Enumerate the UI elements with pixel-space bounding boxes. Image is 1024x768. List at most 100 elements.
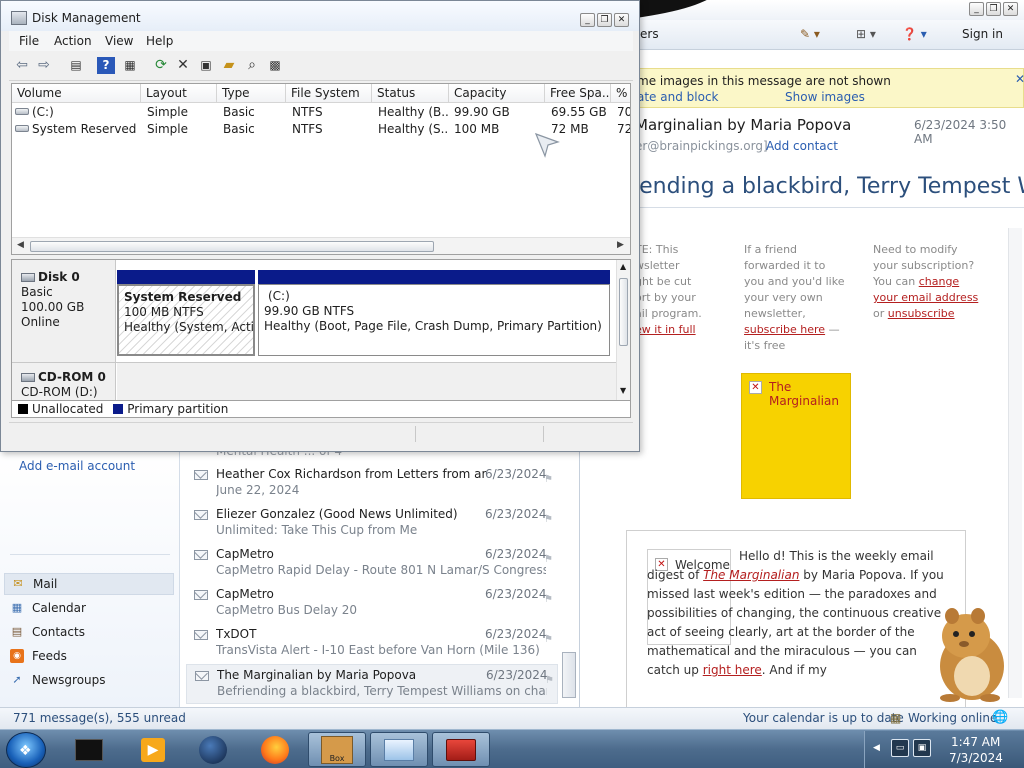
scroll-right-icon[interactable]: ▶ (617, 240, 624, 250)
network-tray-icon[interactable]: ▣ (913, 739, 931, 757)
column-header-percent-free[interactable]: % (611, 84, 630, 103)
properties-pane-icon[interactable]: ▦ (121, 57, 139, 74)
menu-view[interactable]: View (105, 34, 133, 48)
show-hidden-icons-icon[interactable]: ◀ (873, 743, 880, 753)
text-line: If a friend (744, 243, 798, 256)
scrollbar-thumb[interactable] (619, 278, 628, 346)
volume-row[interactable]: (C:) Simple Basic NTFS Healthy (B... 99.… (12, 104, 631, 121)
nav-item-contacts[interactable]: ▤ Contacts (4, 621, 174, 643)
toolbar-item-partial[interactable]: ers (640, 27, 659, 41)
restore-icon[interactable]: ❐ (986, 2, 1001, 16)
column-header-file-system[interactable]: File System (286, 84, 372, 103)
column-header-capacity[interactable]: Capacity (449, 84, 545, 103)
hamster-desktop-pet-icon[interactable] (920, 600, 1016, 704)
menu-help[interactable]: Help (146, 34, 173, 48)
help-icon[interactable]: ? (97, 57, 115, 74)
disk-management-status-bar (9, 422, 633, 444)
flag-icon[interactable]: ⚑ (544, 554, 553, 565)
flag-icon[interactable]: ⚑ (544, 474, 553, 485)
column-header-volume[interactable]: Volume (12, 84, 141, 103)
start-button[interactable]: ❖ (6, 732, 46, 768)
cdrom-0-label[interactable]: CD-ROM 0 CD-ROM (D:) (12, 363, 116, 400)
flag-icon[interactable]: ⚑ (544, 634, 553, 645)
nav-item-feeds[interactable]: ◉ Feeds (4, 645, 174, 667)
partition-size: 100 MB NTFS (124, 305, 204, 319)
calendar-icon: ▦ (11, 601, 23, 614)
minimize-icon[interactable]: _ (969, 2, 984, 16)
marginalian-link[interactable]: The Marginalian (703, 568, 799, 582)
taskbar-app-firefox[interactable] (246, 732, 304, 767)
volume-percent-free: 70 (617, 105, 631, 119)
unsubscribe-link[interactable]: unsubscribe (888, 307, 955, 320)
delete-and-block-link[interactable]: ate and block (637, 90, 719, 104)
flag-icon[interactable]: ⚑ (545, 675, 554, 686)
add-contact-link[interactable]: Add contact (766, 139, 838, 153)
settings-grid-icon[interactable]: ▩ (266, 57, 284, 74)
close-icon[interactable]: ✕ (614, 13, 629, 27)
disk-view-vertical-scrollbar[interactable]: ▲ ▼ (616, 260, 630, 400)
taskbar-app-globe[interactable] (184, 732, 242, 767)
infobar-close-icon[interactable]: ✕ (1015, 72, 1024, 86)
open-folder-icon[interactable]: ▰ (220, 57, 238, 74)
taskbar-app-media-player[interactable]: ▶ (124, 732, 182, 767)
message-list-scrollbar[interactable] (562, 652, 576, 698)
message-row[interactable]: TxDOT 6/23/2024 TransVista Alert - I-10 … (186, 624, 558, 664)
message-row[interactable]: CapMetro 6/23/2024 CapMetro Bus Delay 20… (186, 584, 558, 624)
partition-name: (C:) (268, 289, 290, 303)
right-here-link[interactable]: right here (703, 663, 762, 677)
message-row-selected[interactable]: The Marginalian by Maria Popova 6/23/202… (186, 664, 558, 704)
restore-icon[interactable]: ❐ (597, 13, 612, 27)
taskbar-app-computer-management[interactable] (432, 732, 490, 767)
volume-list-horizontal-scrollbar[interactable]: ◀ ▶ (12, 237, 630, 254)
column-header-type[interactable]: Type (217, 84, 286, 103)
sign-in-button[interactable]: Sign in (962, 27, 1003, 41)
nav-item-calendar[interactable]: ▦ Calendar (4, 597, 174, 619)
email-address-link[interactable]: your email address (873, 291, 978, 304)
taskbar-app-box[interactable]: Box (308, 732, 366, 767)
clock-date[interactable]: 7/3/2024 (949, 751, 1003, 765)
message-date: 6/23/2024 (485, 627, 547, 641)
change-link[interactable]: change (919, 275, 959, 288)
console-tree-icon[interactable]: ▤ (67, 57, 85, 74)
search-icon[interactable]: ⌕ (243, 57, 261, 74)
column-header-free-space[interactable]: Free Spa... (545, 84, 611, 103)
column-header-status[interactable]: Status (372, 84, 449, 103)
back-arrow-icon[interactable]: ⇦ (13, 57, 31, 74)
layout-menu-icon[interactable]: ⊞ ▾ (856, 27, 876, 41)
message-row[interactable]: Heather Cox Richardson from Letters from… (186, 464, 558, 504)
menu-action[interactable]: Action (54, 34, 92, 48)
subscribe-here-link[interactable]: subscribe here (744, 323, 825, 336)
clock-time[interactable]: 1:47 AM (951, 735, 1000, 749)
message-row[interactable]: Eliezer Gonzalez (Good News Unlimited) 6… (186, 504, 558, 544)
scroll-down-icon[interactable]: ▼ (620, 386, 626, 395)
view-in-full-link[interactable]: ew it in full (635, 323, 696, 336)
minimize-icon[interactable]: _ (580, 13, 595, 27)
nav-item-newsgroups[interactable]: ➚ Newsgroups (4, 669, 174, 691)
message-row[interactable]: CapMetro 6/23/2024 CapMetro Rapid Delay … (186, 544, 558, 584)
properties-icon[interactable]: ▣ (197, 57, 215, 74)
nav-item-mail[interactable]: ✉ Mail (4, 573, 174, 595)
column-header-layout[interactable]: Layout (141, 84, 217, 103)
taskbar-app-terminal[interactable] (60, 732, 118, 767)
scroll-up-icon[interactable]: ▲ (620, 262, 626, 271)
refresh-icon[interactable]: ⟳ (152, 57, 170, 74)
flag-icon[interactable]: ⚑ (544, 514, 553, 525)
partition-c-drive[interactable]: (C:) 99.90 GB NTFS Healthy (Boot, Page F… (258, 270, 610, 356)
forward-arrow-icon[interactable]: ⇨ (35, 57, 53, 74)
scroll-left-icon[interactable]: ◀ (17, 240, 24, 250)
paintbrush-icon[interactable]: ✎ ▾ (800, 27, 820, 41)
scrollbar-thumb[interactable] (30, 241, 434, 252)
close-icon[interactable]: ✕ (1003, 2, 1018, 16)
add-email-account-link[interactable]: Add e-mail account (19, 459, 135, 473)
disk-management-titlebar[interactable]: Disk Management _ ❐ ✕ (1, 1, 639, 31)
show-images-link[interactable]: Show images (785, 90, 865, 104)
flag-icon[interactable]: ⚑ (544, 594, 553, 605)
partition-system-reserved[interactable]: System Reserved 100 MB NTFS Healthy (Sys… (117, 270, 255, 356)
volume-list: Volume Layout Type File System Status Ca… (11, 83, 631, 255)
delete-icon[interactable]: ✕ (174, 57, 192, 74)
disk-0-label[interactable]: Disk 0 Basic 100.00 GB Online (12, 260, 116, 362)
monitor-tray-icon[interactable]: ▭ (891, 739, 909, 757)
menu-file[interactable]: File (19, 34, 39, 48)
help-icon[interactable]: ❓ ▾ (902, 27, 927, 41)
taskbar-app-windows-mail[interactable] (370, 732, 428, 767)
